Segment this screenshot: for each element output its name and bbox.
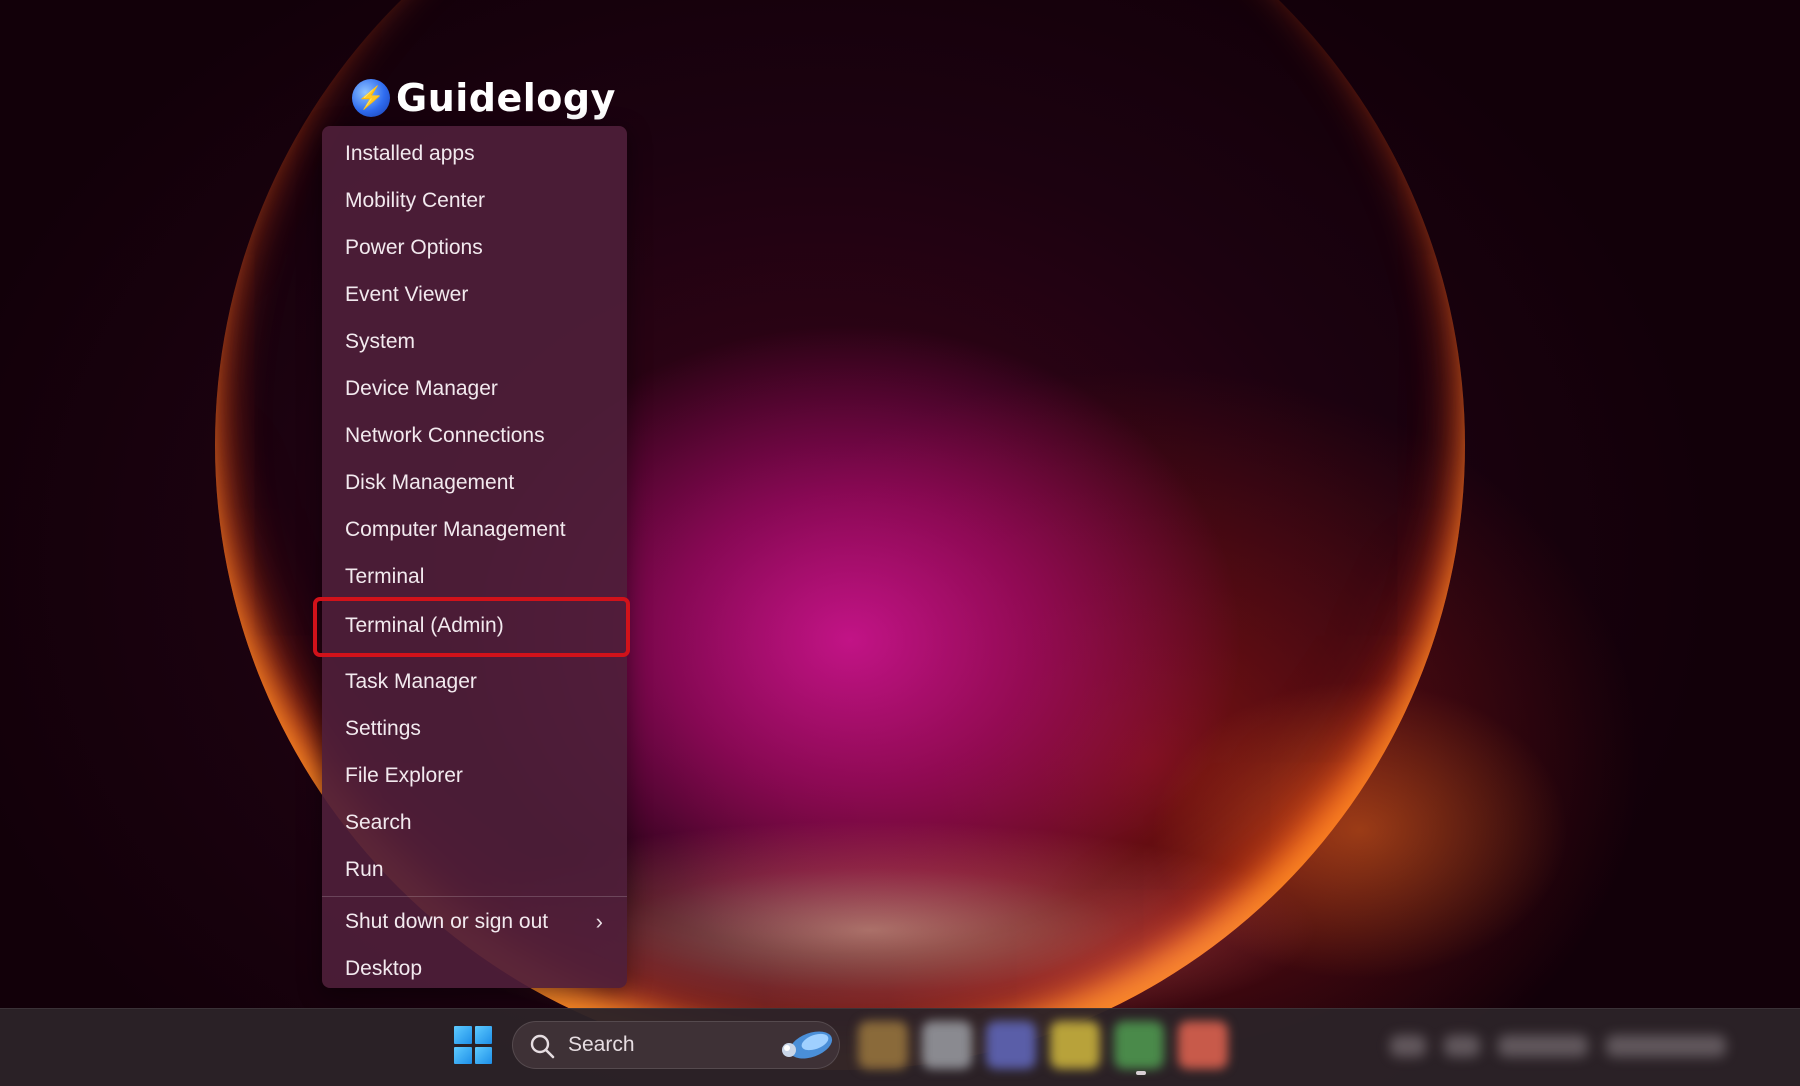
menu-item-mobility-center[interactable]: Mobility Center [322, 177, 627, 224]
pinned-app-icon[interactable] [1050, 1021, 1100, 1069]
pinned-app-icon[interactable] [986, 1021, 1036, 1069]
lightning-bolt-icon: ⚡ [352, 79, 390, 117]
menu-separator [322, 896, 627, 897]
clock-area[interactable] [1606, 1035, 1726, 1057]
tray-icon[interactable] [1444, 1035, 1480, 1057]
menu-item-label: Network Connections [345, 424, 545, 447]
menu-item-label: Disk Management [345, 471, 515, 494]
menu-item-file-explorer[interactable]: File Explorer [322, 752, 627, 799]
menu-item-device-manager[interactable]: Device Manager [322, 365, 627, 412]
tray-icon[interactable] [1390, 1035, 1426, 1057]
menu-item-event-viewer[interactable]: Event Viewer [322, 271, 627, 318]
windows-logo-tile [454, 1026, 472, 1044]
menu-item-network-connections[interactable]: Network Connections [322, 412, 627, 459]
pinned-app-icon[interactable] [1178, 1021, 1228, 1069]
menu-item-installed-apps[interactable]: Installed apps [322, 130, 627, 177]
guidelogy-logo: ⚡ Guidelogy [352, 76, 616, 120]
menu-item-run[interactable]: Run [322, 846, 627, 893]
windows-logo-tile [474, 1046, 492, 1064]
menu-item-label: Shut down or sign out [345, 910, 549, 933]
chevron-right-icon: › [595, 909, 603, 934]
menu-item-disk-management[interactable]: Disk Management [322, 459, 627, 506]
windows-logo-icon[interactable] [454, 1026, 492, 1064]
menu-item-power-options[interactable]: Power Options [322, 224, 627, 271]
menu-item-label: Task Manager [345, 670, 477, 693]
menu-item-label: Event Viewer [345, 283, 469, 306]
tray-icon[interactable] [1498, 1035, 1588, 1057]
pinned-app-icon[interactable] [858, 1021, 908, 1069]
menu-item-label: Power Options [345, 236, 483, 259]
menu-item-settings[interactable]: Settings [322, 705, 627, 752]
menu-item-terminal[interactable]: Terminal [322, 553, 627, 600]
menu-item-label: Installed apps [345, 142, 475, 165]
desktop-wallpaper [0, 0, 1800, 1085]
taskbar-search-box[interactable]: Search [512, 1021, 840, 1069]
highlight-annotation-box [313, 597, 630, 657]
menu-item-label: Settings [345, 717, 421, 740]
menu-item-label: Run [345, 858, 384, 881]
pinned-app-icon[interactable] [1114, 1021, 1164, 1069]
menu-item-shut-down-or-sign-out[interactable]: Shut down or sign out › [322, 898, 627, 945]
pinned-apps-blurred [858, 1021, 1228, 1069]
system-tray-blurred [1390, 1029, 1780, 1063]
search-box-label: Search [568, 1033, 635, 1056]
menu-item-label: File Explorer [345, 764, 463, 787]
windows-logo-tile [474, 1026, 492, 1044]
menu-item-search[interactable]: Search [322, 799, 627, 846]
menu-item-label: Computer Management [345, 518, 566, 541]
menu-item-label: Terminal [345, 565, 425, 588]
search-icon [530, 1034, 555, 1059]
active-app-indicator [1136, 1071, 1146, 1075]
menu-item-task-manager[interactable]: Task Manager [322, 658, 627, 705]
menu-item-terminal-admin[interactable]: Terminal (Admin) [313, 597, 630, 657]
menu-item-label: Desktop [345, 957, 423, 980]
menu-item-label: System [345, 330, 416, 353]
quick-link-context-menu: Installed apps Mobility Center Power Opt… [313, 126, 630, 988]
pinned-app-icon[interactable] [922, 1021, 972, 1069]
menu-item-label: Device Manager [345, 377, 498, 400]
menu-item-system[interactable]: System [322, 318, 627, 365]
menu-item-label: Mobility Center [345, 189, 486, 212]
bing-icon [782, 1031, 833, 1059]
logo-text: Guidelogy [396, 76, 616, 120]
taskbar: Search [0, 1008, 1800, 1086]
menu-item-desktop[interactable]: Desktop [322, 945, 627, 992]
menu-item-computer-management[interactable]: Computer Management [322, 506, 627, 553]
menu-item-label: Search [345, 811, 412, 834]
windows-logo-tile [454, 1046, 472, 1064]
